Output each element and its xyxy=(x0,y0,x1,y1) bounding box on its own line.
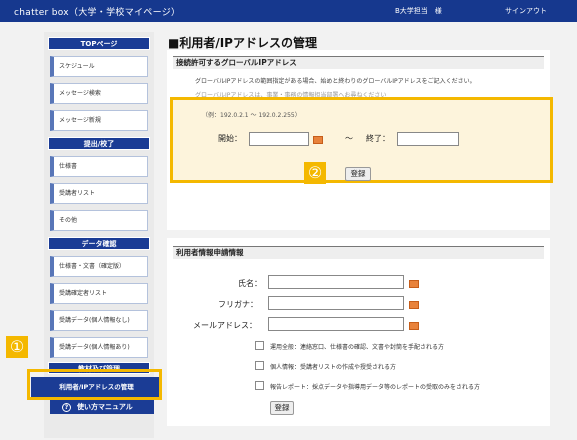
signout-link[interactable]: サインアウト xyxy=(505,6,547,16)
top-bar: chatter box（大学・学校マイページ） B大学担当 様 サインアウト xyxy=(0,0,577,22)
help-icon: ? xyxy=(62,402,71,412)
option-checkbox-operations[interactable] xyxy=(255,341,264,350)
ip-register-button[interactable]: 登録 xyxy=(345,167,371,181)
sidebar-item-data-no-personal[interactable]: 受講データ(個人情報なし) xyxy=(50,310,148,331)
sidebar-item-spec[interactable]: 仕様書 xyxy=(50,156,148,177)
sidebar-item-data-personal[interactable]: 受講データ(個人情報あり) xyxy=(50,337,148,358)
ip-example: （例：192.0.2.1 ～ 192.0.2.255） xyxy=(202,112,301,119)
end-ip-input[interactable] xyxy=(397,132,459,146)
sidebar-item-confirmed-list[interactable]: 受講確定者リスト xyxy=(50,283,148,304)
name-label: 氏名： xyxy=(238,279,262,288)
user-section-heading: 利用者情報申請情報 xyxy=(173,246,544,259)
option-label-personal: 個人情報：受講者リストの作成や授受される方 xyxy=(270,364,397,371)
required-icon xyxy=(409,301,419,309)
help-manual-label: 使い方マニュアル xyxy=(77,403,133,411)
app-title[interactable]: chatter box（大学・学校マイページ） xyxy=(14,5,180,18)
required-icon xyxy=(409,322,419,330)
email-input[interactable] xyxy=(268,317,404,331)
ip-section-heading: 接続許可するグローバルIPアドレス xyxy=(173,56,544,69)
user-register-button[interactable]: 登録 xyxy=(270,401,294,415)
option-checkbox-report[interactable] xyxy=(255,381,264,390)
sidebar-section-submit[interactable]: 提出/校了 xyxy=(48,137,150,150)
user-name: B大学担当 様 xyxy=(395,7,442,15)
calendar-icon[interactable] xyxy=(313,136,323,144)
option-label-operations: 運用全般：連絡窓口、仕様書の確認、文書や封筒を手配される方 xyxy=(270,344,445,351)
ip-description: グローバルIPアドレスの範囲指定がある場合、始めと終わりのグローバルIPアドレス… xyxy=(195,78,476,85)
email-label: メールアドレス： xyxy=(193,321,257,330)
option-label-report: 報告レポート：採点データや指導用データ等のレポートの受取のみをされる方 xyxy=(270,384,481,391)
callout-box-1 xyxy=(27,369,162,400)
start-ip-input[interactable] xyxy=(249,132,309,146)
kana-label: フリガナ： xyxy=(218,300,258,309)
sidebar-item-schedule[interactable]: スケジュール xyxy=(50,56,148,77)
required-icon xyxy=(409,280,419,288)
user-panel xyxy=(167,238,550,426)
sidebar-item-spec-final[interactable]: 仕様書・文書（確定版） xyxy=(50,256,148,277)
page-title: ■利用者/IPアドレスの管理 xyxy=(168,36,317,50)
sidebar-item-student-list[interactable]: 受講者リスト xyxy=(50,183,148,204)
sidebar-item-message-search[interactable]: メッセージ検索 xyxy=(50,83,148,104)
kana-input[interactable] xyxy=(268,296,404,310)
range-tilde: ～ xyxy=(345,134,353,143)
sidebar-section-top[interactable]: TOPページ xyxy=(48,37,150,50)
callout-badge-1: ① xyxy=(6,336,28,358)
callout-badge-2: ② xyxy=(304,162,326,184)
name-input[interactable] xyxy=(268,275,404,289)
sidebar-item-other[interactable]: その他 xyxy=(50,210,148,231)
help-manual-link[interactable]: ? 使い方マニュアル xyxy=(50,400,154,414)
option-checkbox-personal[interactable] xyxy=(255,361,264,370)
sidebar-item-message-new[interactable]: メッセージ新規 xyxy=(50,110,148,131)
start-label: 開始： xyxy=(218,134,242,143)
sidebar-section-data[interactable]: データ確認 xyxy=(48,237,150,250)
end-label: 終了： xyxy=(366,134,390,143)
